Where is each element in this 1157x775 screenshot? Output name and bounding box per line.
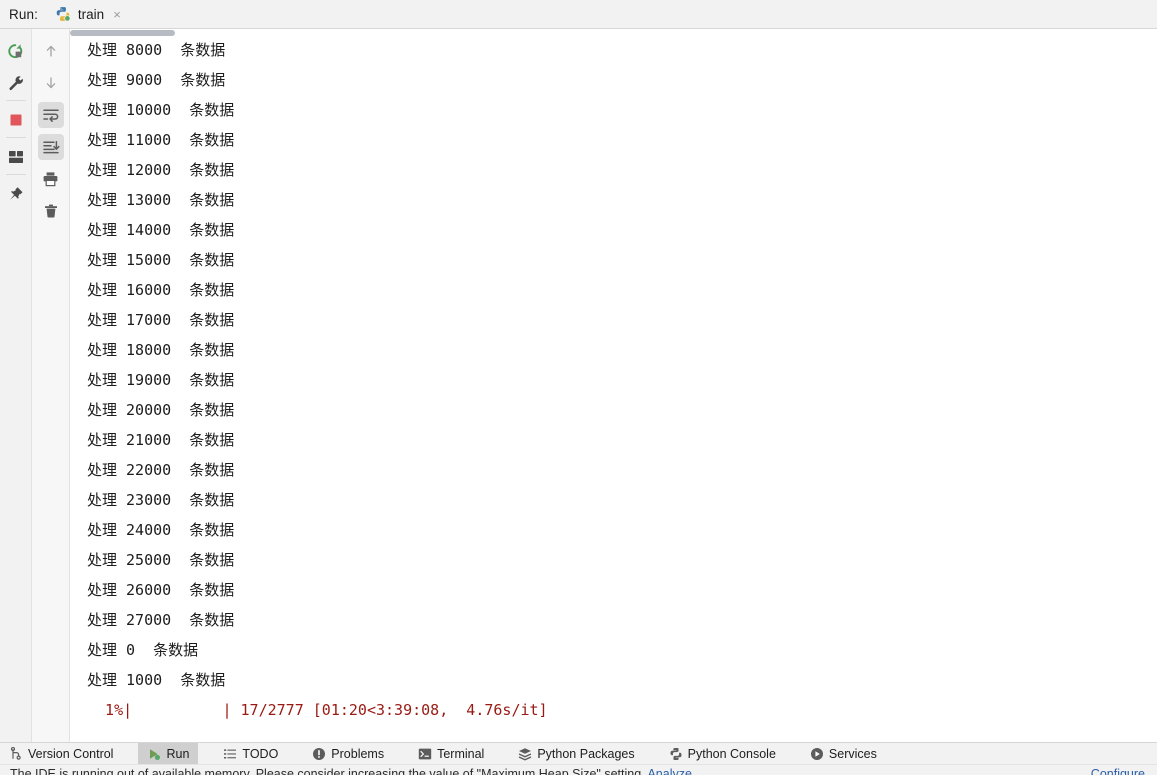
console-line: 处理 16000 条数据 (87, 281, 235, 299)
rerun-button[interactable] (3, 38, 29, 64)
scroll-to-end-button[interactable] (37, 134, 64, 160)
console-line: 处理 8000 条数据 (87, 41, 226, 59)
problems-icon (312, 747, 326, 761)
console-line: 处理 19000 条数据 (87, 371, 235, 389)
print-button[interactable] (38, 166, 64, 192)
run-tool-window-header: Run: train × (0, 0, 1157, 29)
notification-action-configure[interactable]: Configure (1091, 765, 1145, 775)
soft-wrap-icon (42, 107, 60, 123)
services-icon (810, 747, 824, 761)
console-line: 处理 23000 条数据 (87, 491, 235, 509)
console-line: 处理 18000 条数据 (87, 341, 235, 359)
console-line: 处理 1000 条数据 (87, 671, 226, 689)
todo-list-icon (223, 747, 237, 761)
console-line: 处理 24000 条数据 (87, 521, 235, 539)
console-line: 处理 11000 条数据 (87, 131, 235, 149)
status-bar-item-label: Version Control (28, 746, 114, 761)
console-line: 处理 22000 条数据 (87, 461, 235, 479)
console-line: 处理 10000 条数据 (87, 101, 235, 119)
settings-button[interactable] (3, 70, 29, 96)
python-icon (55, 6, 71, 22)
toolbar-separator (5, 100, 26, 101)
notification-action-analyze[interactable]: Analyze (647, 767, 691, 775)
console-line-list: 处理 7000 条数据处理 8000 条数据处理 9000 条数据处理 1000… (70, 29, 1157, 725)
console-line: 处理 14000 条数据 (87, 221, 235, 239)
layout-icon (8, 150, 24, 164)
console-line: 处理 9000 条数据 (87, 71, 226, 89)
scroll-down-button[interactable] (38, 70, 64, 96)
printer-icon (42, 171, 59, 187)
run-label: Run: (9, 6, 38, 22)
trash-icon (43, 203, 59, 219)
tool-window-status-bar: Version Control Run TODO Problems Terminal Py… (0, 742, 1157, 764)
status-bar-item-problems[interactable]: Problems (303, 743, 393, 764)
stop-square-icon (8, 112, 24, 128)
console-progress-line: 1%| | 17/2777 [01:20<3:39:08, 4.76s/it] (87, 701, 548, 719)
run-play-icon (147, 747, 161, 761)
terminal-icon (418, 747, 432, 761)
memory-notification-bar: The IDE is running out of available memo… (0, 764, 1157, 775)
console-line: 处理 17000 条数据 (87, 311, 235, 329)
wrench-icon (8, 75, 24, 91)
python-icon (669, 747, 683, 761)
notification-text: The IDE is running out of available memo… (10, 767, 645, 775)
status-bar-item-services[interactable]: Services (801, 743, 886, 764)
console-line: 处理 27000 条数据 (87, 611, 235, 629)
scroll-up-button[interactable] (38, 38, 64, 64)
console-line: 处理 15000 条数据 (87, 251, 235, 269)
run-actions-toolbar-primary (0, 29, 32, 742)
run-tab-label: train (77, 6, 105, 22)
status-bar-item-python-console[interactable]: Python Console (660, 743, 785, 764)
soft-wrap-button[interactable] (37, 102, 64, 128)
console-line: 处理 21000 条数据 (87, 431, 235, 449)
status-bar-item-version-control[interactable]: Version Control (0, 743, 122, 764)
status-bar-item-terminal[interactable]: Terminal (409, 743, 493, 764)
console-line: 处理 25000 条数据 (87, 551, 235, 569)
status-bar-item-todo[interactable]: TODO (214, 743, 287, 764)
toolbar-separator (5, 137, 26, 138)
arrow-up-icon (43, 43, 59, 59)
scroll-to-end-icon (42, 139, 60, 155)
status-bar-item-label: TODO (242, 746, 279, 761)
branch-icon (9, 746, 23, 761)
pin-button[interactable] (3, 181, 29, 207)
toolbar-separator (5, 174, 26, 175)
run-console-output[interactable]: 处理 7000 条数据处理 8000 条数据处理 9000 条数据处理 1000… (70, 29, 1157, 742)
status-bar-item-label: Run (166, 746, 190, 761)
layout-button[interactable] (3, 144, 29, 170)
arrow-down-icon (43, 75, 59, 91)
console-line: 处理 0 条数据 (87, 641, 199, 659)
status-bar-item-label: Python Packages (537, 746, 635, 761)
packages-icon (518, 747, 532, 761)
pycharm-run-tool-window: Run: train × 处理 8000 条数据 处理 9000 条数据 处理 … (0, 0, 1157, 775)
run-actions-toolbar-secondary (32, 29, 70, 742)
status-bar-item-run[interactable]: Run (138, 743, 199, 764)
clear-all-button[interactable] (38, 198, 64, 224)
console-line: 处理 12000 条数据 (87, 161, 235, 179)
stop-button[interactable] (3, 107, 29, 133)
console-line: 处理 20000 条数据 (87, 401, 235, 419)
console-line: 处理 13000 条数据 (87, 191, 235, 209)
status-bar-item-label: Services (828, 746, 877, 761)
close-icon[interactable]: × (113, 8, 121, 21)
status-bar-item-label: Problems (331, 746, 385, 761)
status-bar-item-python-packages[interactable]: Python Packages (509, 743, 643, 764)
console-line: 处理 26000 条数据 (87, 581, 235, 599)
status-bar-item-label: Terminal (437, 746, 485, 761)
run-tab-train[interactable]: train × (55, 0, 121, 28)
pin-icon (8, 186, 24, 202)
rerun-icon (7, 43, 24, 60)
status-bar-item-label: Python Console (687, 746, 776, 761)
